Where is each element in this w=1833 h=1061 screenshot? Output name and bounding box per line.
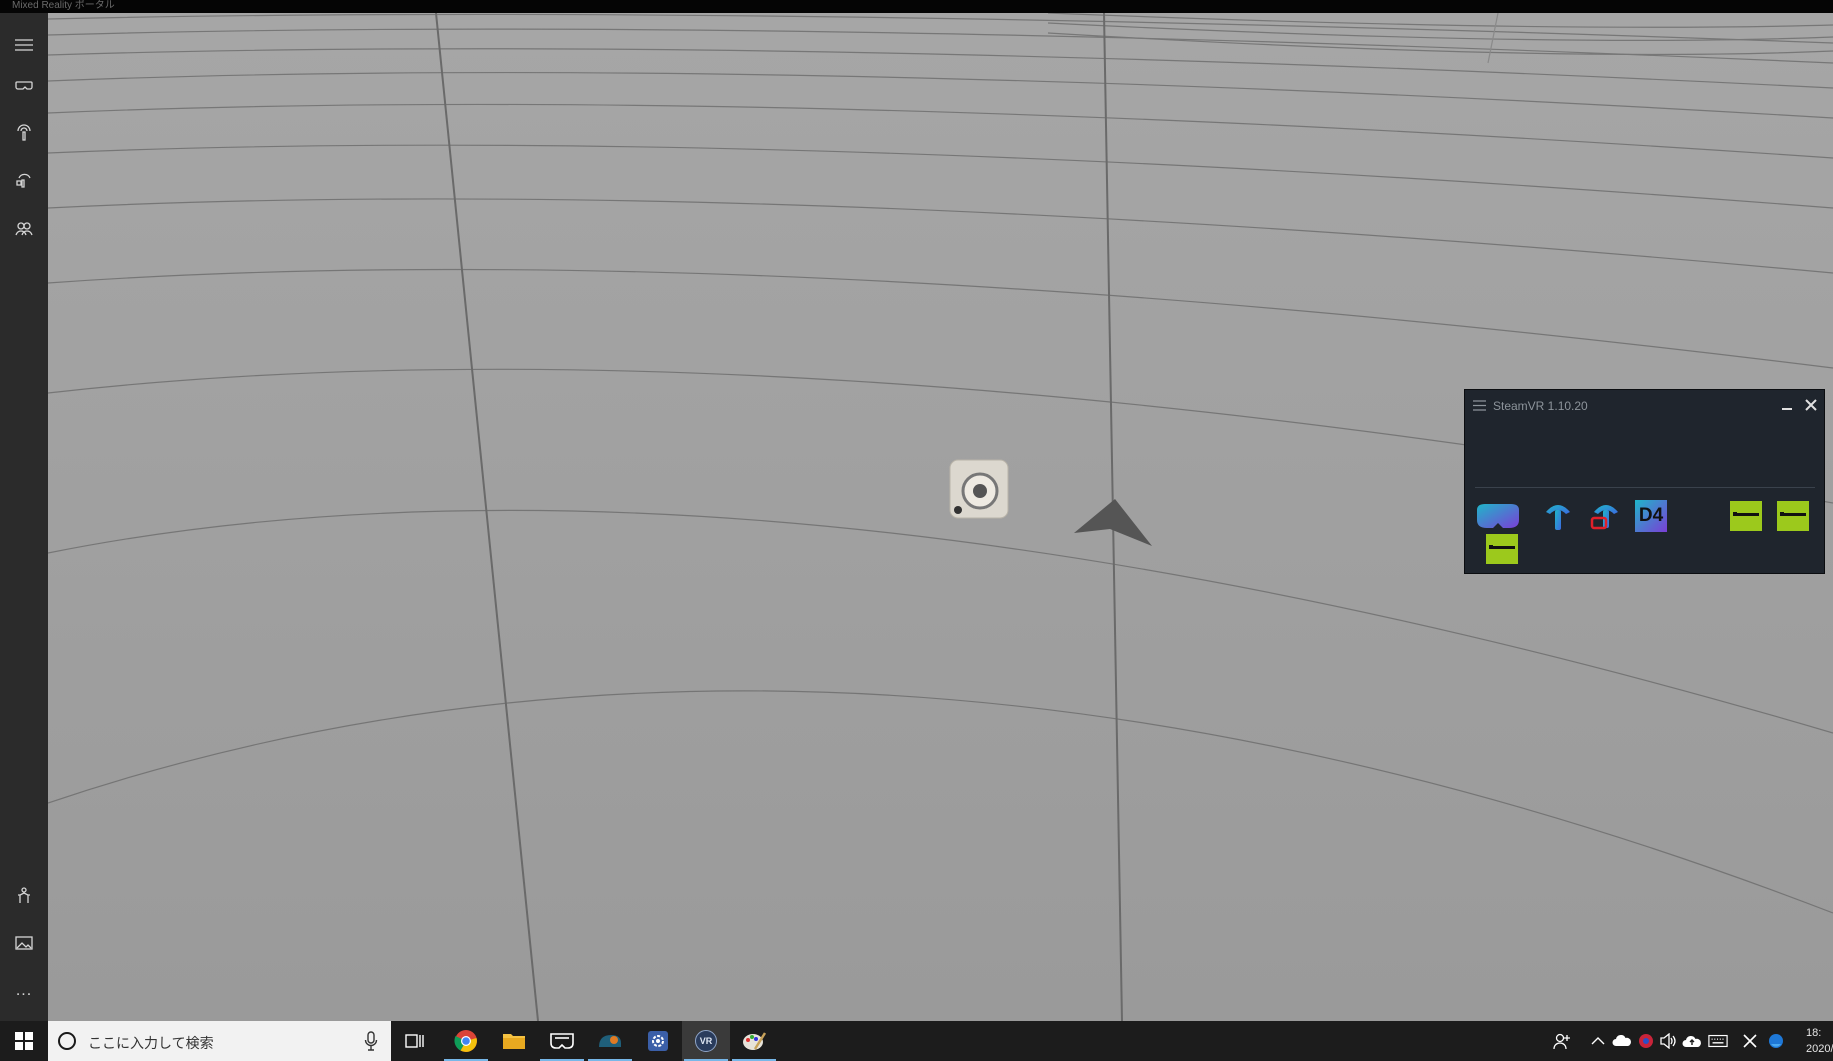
chevron-up-icon[interactable] xyxy=(1588,1031,1608,1051)
keyboard-icon[interactable] xyxy=(1708,1031,1728,1051)
motion-controller-icon[interactable] xyxy=(8,117,40,149)
minimize-icon[interactable] xyxy=(1779,396,1795,414)
window-title-bar: Mixed Reality ポータル xyxy=(0,0,1833,13)
steamvr-menu-icon[interactable] xyxy=(1473,400,1486,411)
taskbar-app-settings[interactable] xyxy=(634,1021,682,1061)
boundary-setup-icon[interactable] xyxy=(8,879,40,911)
sidebar: ... xyxy=(0,13,48,1021)
controllers-pair-icon[interactable] xyxy=(8,165,40,197)
clock-date: 2020/ xyxy=(1806,1043,1833,1055)
camera-object xyxy=(949,459,1009,519)
window-title: Mixed Reality ポータル xyxy=(12,0,115,11)
windows-logo-icon xyxy=(15,1032,33,1050)
system-clock[interactable]: 18: 2020/ xyxy=(1806,1025,1833,1057)
headset-icon[interactable] xyxy=(8,69,40,101)
gallery-icon[interactable] xyxy=(8,927,40,959)
task-view-button[interactable] xyxy=(396,1021,434,1061)
base-station-icon[interactable] xyxy=(1485,533,1519,565)
base-station-icon[interactable] xyxy=(1776,500,1810,532)
steamvr-divider xyxy=(1475,487,1815,488)
security-shield-icon[interactable] xyxy=(1636,1031,1656,1051)
onedrive-icon[interactable] xyxy=(1612,1031,1632,1051)
more-icon[interactable]: ... xyxy=(8,975,40,1007)
cloud-upload-icon[interactable] xyxy=(1682,1031,1702,1051)
microphone-icon[interactable] xyxy=(364,1030,378,1052)
people-tray-icon[interactable] xyxy=(1552,1031,1572,1051)
paint-app-icon xyxy=(743,1032,767,1050)
taskbar-app-mixed-reality[interactable] xyxy=(538,1021,586,1061)
taskbar-app-paint[interactable] xyxy=(730,1021,778,1061)
vr-headset-icon[interactable] xyxy=(1475,502,1521,532)
task-view-icon xyxy=(405,1034,424,1048)
notification-app-icon[interactable] xyxy=(1766,1031,1786,1051)
clock-time: 18: xyxy=(1806,1027,1822,1039)
search-box[interactable]: ここに入力して検索 xyxy=(48,1021,391,1061)
steamvr-title: SteamVR 1.10.20 xyxy=(1493,399,1588,413)
cortana-icon xyxy=(58,1032,76,1050)
steamvr-status-window[interactable]: SteamVR 1.10.20 D4 xyxy=(1464,389,1825,574)
taskbar: ここに入力して検索 VR 18: 2020/ xyxy=(0,1021,1833,1061)
mixed-reality-portal-icon xyxy=(550,1033,574,1049)
d4-icon[interactable]: D4 xyxy=(1635,500,1667,532)
base-station-icon[interactable] xyxy=(1729,500,1763,532)
chrome-icon xyxy=(454,1030,477,1052)
disk-app-icon xyxy=(599,1035,621,1047)
settings-gear-icon xyxy=(648,1031,668,1051)
controller-warning-icon[interactable] xyxy=(1589,500,1621,532)
controller-icon[interactable] xyxy=(1543,500,1573,532)
steamvr-icon: VR xyxy=(695,1030,717,1052)
taskbar-app-steamvr[interactable]: VR xyxy=(682,1021,730,1061)
volume-icon[interactable] xyxy=(1658,1031,1678,1051)
start-button[interactable] xyxy=(0,1021,48,1061)
3d-viewport[interactable]: SteamVR 1.10.20 D4 xyxy=(48,13,1833,1021)
network-disconnected-icon[interactable] xyxy=(1740,1031,1760,1051)
screen: Mixed Reality ポータル ... SteamVR 1.10.20 D… xyxy=(0,0,1833,1061)
taskbar-app-explorer[interactable] xyxy=(490,1021,538,1061)
file-explorer-icon xyxy=(503,1034,525,1049)
taskbar-app-disk[interactable] xyxy=(586,1021,634,1061)
search-placeholder: ここに入力して検索 xyxy=(88,1035,214,1051)
hamburger-menu-icon[interactable] xyxy=(8,29,40,61)
taskbar-app-chrome[interactable] xyxy=(442,1021,490,1061)
close-icon[interactable] xyxy=(1803,396,1819,414)
people-icon[interactable] xyxy=(8,213,40,245)
